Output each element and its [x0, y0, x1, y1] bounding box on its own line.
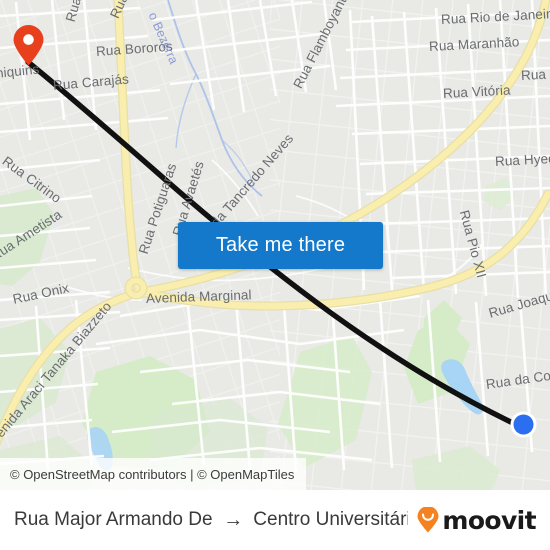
moovit-wordmark: moovit	[442, 505, 536, 535]
map-canvas[interactable]: niquins Rua Rua Rua Bororós Rua Carajás Rua C…	[0, 0, 550, 490]
route-bottom-bar: Rua Major Armando De So... → Centro Univ…	[0, 490, 550, 550]
moovit-logo[interactable]: moovit	[416, 505, 537, 535]
take-me-there-button[interactable]: Take me there	[178, 222, 383, 269]
route-origin-label: Rua Major Armando De So...	[14, 509, 213, 530]
map-screen: niquins Rua Rua Rua Bororós Rua Carajás Rua C…	[0, 0, 550, 550]
moovit-pin-icon	[417, 507, 439, 533]
destination-dot-icon[interactable]	[509, 410, 538, 439]
arrow-right-icon: →	[223, 509, 244, 531]
map-attribution[interactable]: © OpenStreetMap contributors | © OpenMap…	[0, 458, 307, 490]
route-summary[interactable]: Rua Major Armando De So... → Centro Univ…	[14, 509, 408, 531]
route-destination-label: Centro Universitário ...	[253, 509, 408, 530]
